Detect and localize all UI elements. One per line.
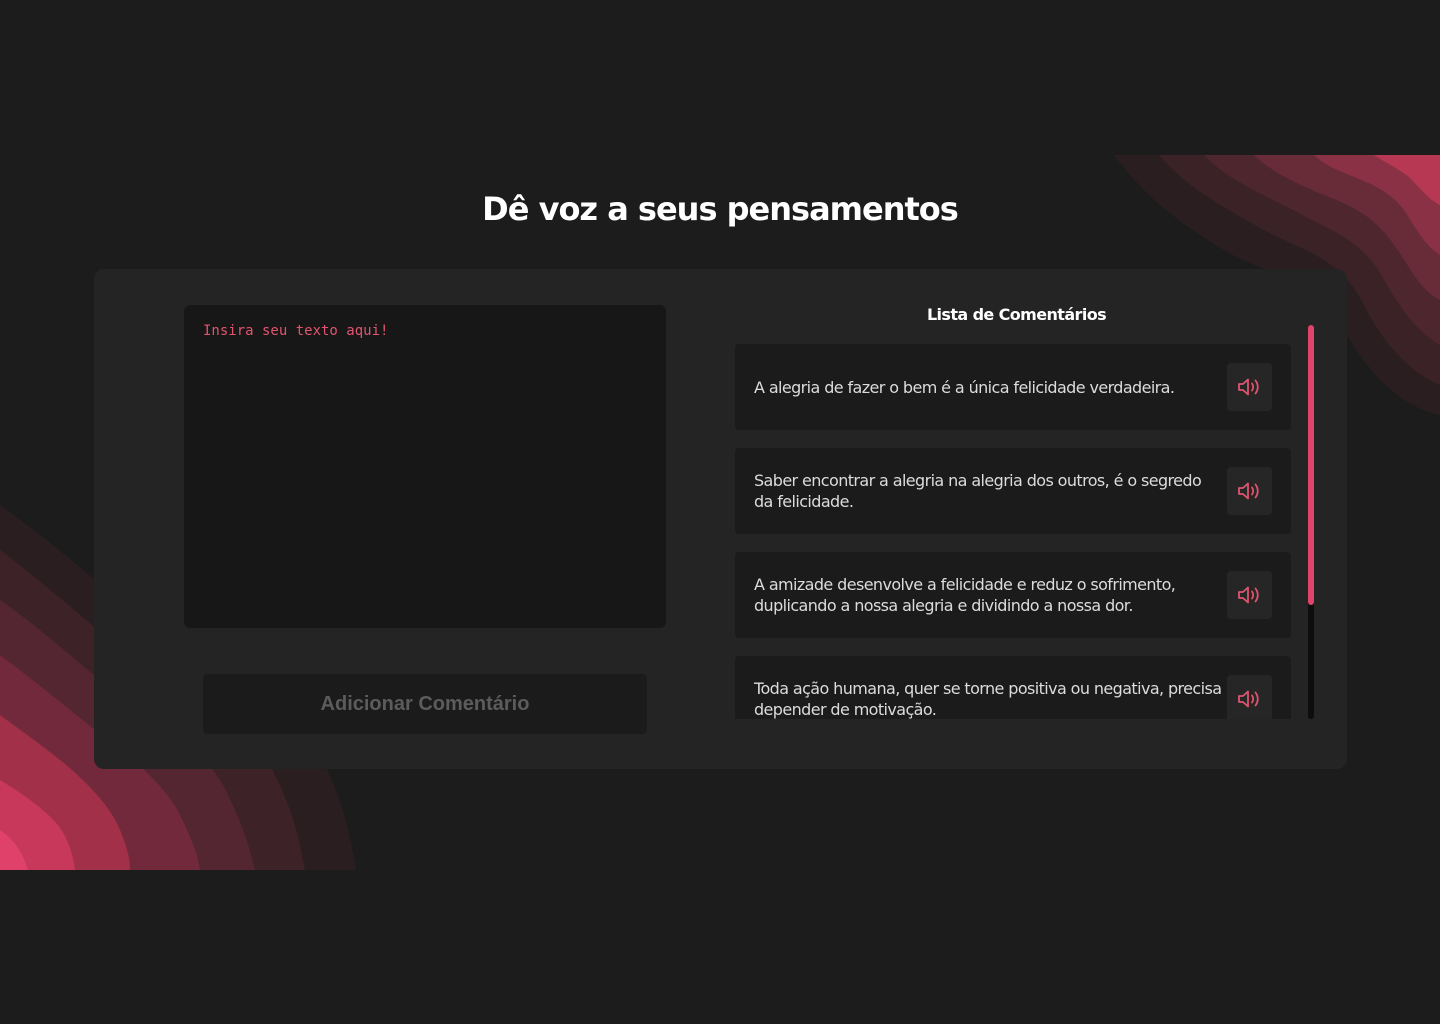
speaker-volume-icon <box>1237 482 1259 500</box>
comment-item: Toda ação humana, quer se torne positiva… <box>735 656 1291 719</box>
comment-text-input[interactable] <box>184 305 666 628</box>
speak-comment-button[interactable] <box>1227 675 1272 719</box>
comment-text: A amizade desenvolve a felicidade e redu… <box>754 575 1176 615</box>
speaker-volume-icon <box>1237 586 1259 604</box>
comment-list[interactable]: A alegria de fazer o bem é a única felic… <box>735 344 1291 719</box>
comment-text: A alegria de fazer o bem é a única felic… <box>754 377 1175 397</box>
speak-comment-button[interactable] <box>1227 363 1272 411</box>
speaker-volume-icon <box>1237 690 1259 708</box>
comment-text: Toda ação humana, quer se torne positiva… <box>754 679 1222 719</box>
comment-list-title: Lista de Comentários <box>926 305 1107 324</box>
speak-comment-button[interactable] <box>1227 467 1272 515</box>
speak-comment-button[interactable] <box>1227 571 1272 619</box>
page-title: Dê voz a seus pensamentos <box>482 190 959 228</box>
comment-editor-container <box>184 305 666 628</box>
comment-item: A alegria de fazer o bem é a única felic… <box>735 344 1291 430</box>
page: Dê voz a seus pensamentos Adicionar Come… <box>0 0 1440 1024</box>
comment-item: A amizade desenvolve a felicidade e redu… <box>735 552 1291 638</box>
scrollbar-thumb[interactable] <box>1308 325 1314 605</box>
comment-list-scrollbar[interactable] <box>1308 325 1314 719</box>
main-panel: Adicionar Comentário Lista de Comentário… <box>94 269 1347 769</box>
speaker-volume-icon <box>1237 378 1259 396</box>
add-comment-button[interactable]: Adicionar Comentário <box>203 674 647 734</box>
comment-item: Saber encontrar a alegria na alegria dos… <box>735 448 1291 534</box>
comment-text: Saber encontrar a alegria na alegria dos… <box>754 471 1202 511</box>
